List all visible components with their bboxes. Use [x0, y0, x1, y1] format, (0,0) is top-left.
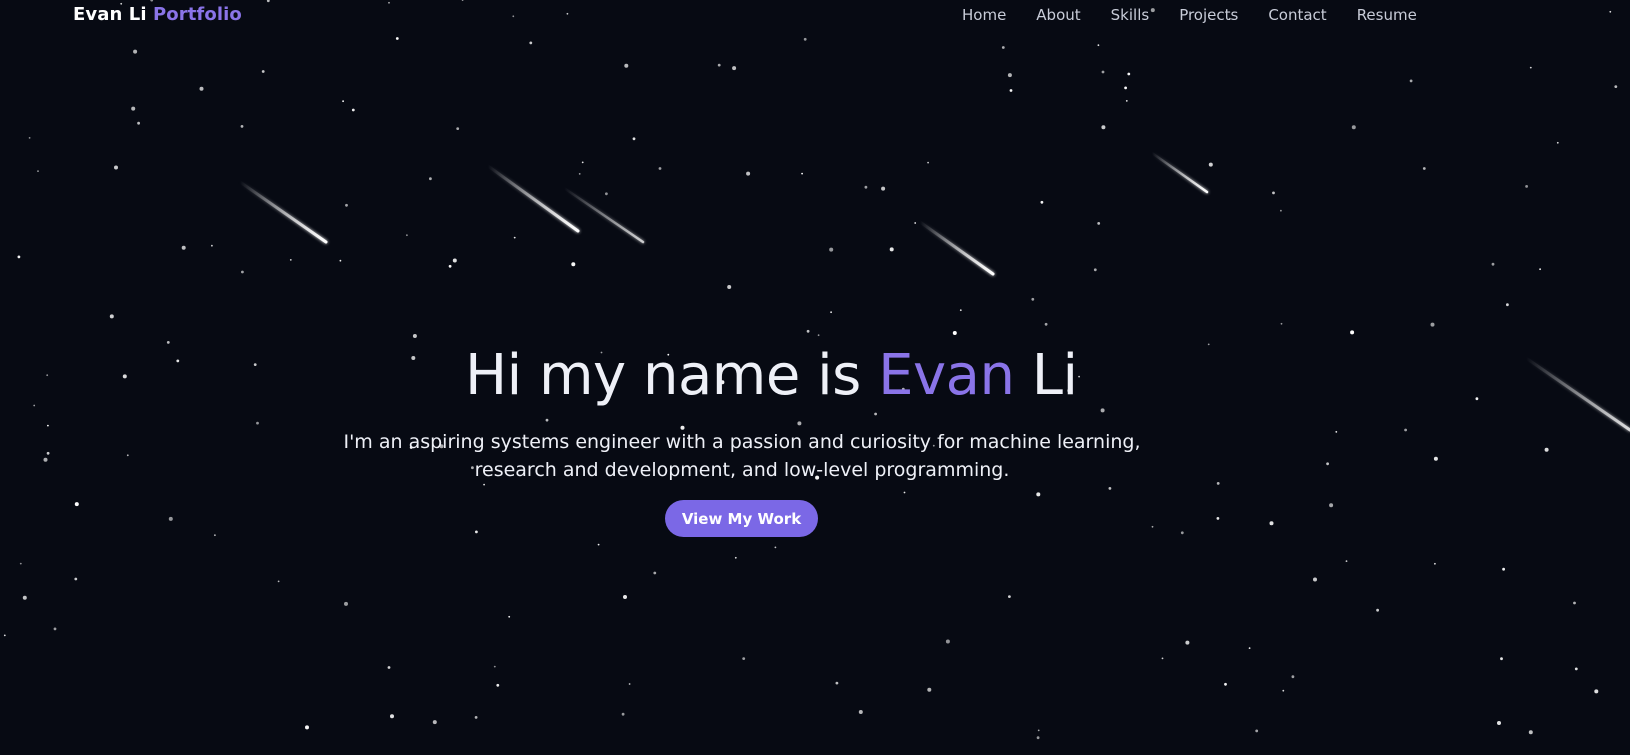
hero-title: Hi my name is Evan Li	[465, 340, 1078, 412]
hero-title-first-name: Evan	[878, 343, 1015, 408]
hero-section: Hi my name is Evan Li I'm an aspiring sy…	[0, 0, 1630, 755]
hero-title-last-name: Li	[1031, 343, 1078, 408]
hero-subtitle: I'm an aspiring systems engineer with a …	[343, 431, 1141, 481]
hero-title-prefix: Hi my name is	[465, 343, 861, 408]
view-my-work-button[interactable]: View My Work	[665, 500, 818, 537]
